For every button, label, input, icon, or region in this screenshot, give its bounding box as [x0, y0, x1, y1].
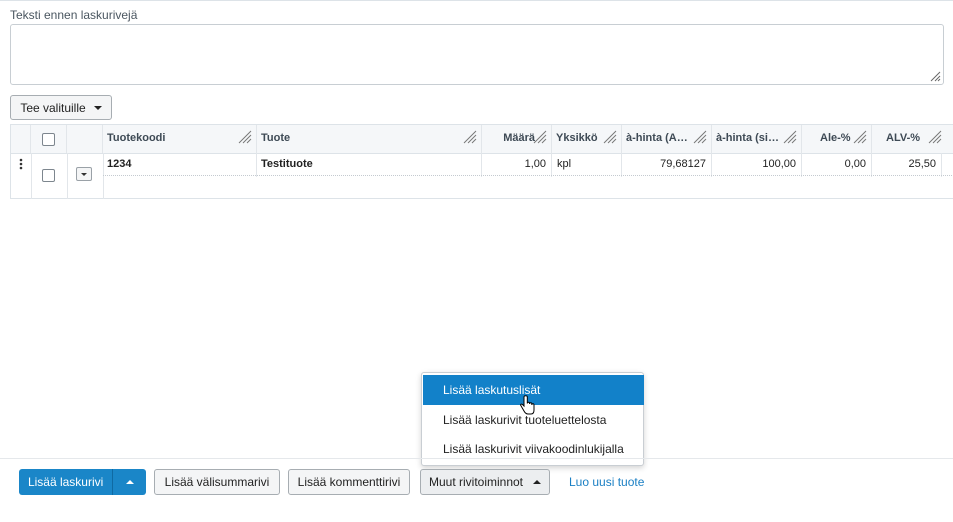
row-drag-handle[interactable]: [11, 153, 31, 177]
column-resize-icon[interactable]: [853, 130, 867, 144]
other-row-actions-button[interactable]: Muut rivitoiminnot: [420, 469, 550, 495]
footer-divider: [0, 458, 953, 459]
column-resize-icon[interactable]: [238, 130, 252, 144]
other-row-actions-menu: Lisää laskutuslisät Lisää laskurivit tuo…: [421, 372, 644, 466]
header-handle-col: [11, 125, 31, 153]
header-unit[interactable]: Yksikkö: [552, 125, 622, 153]
other-row-actions-label: Muut rivitoiminnot: [428, 475, 524, 489]
text-before-rows-textarea[interactable]: [10, 24, 944, 85]
column-resize-icon[interactable]: [693, 130, 707, 144]
create-new-product-link[interactable]: Luo uusi tuote: [569, 475, 644, 489]
chevron-up-icon: [125, 480, 134, 484]
header-product-code[interactable]: Tuotekoodi: [103, 125, 257, 153]
drag-handle-icon[interactable]: [11, 153, 31, 177]
bulk-actions-dropdown[interactable]: Tee valituille: [10, 95, 112, 120]
row-expand-button[interactable]: [76, 167, 92, 181]
add-subtotal-row-button[interactable]: Lisää välisummarivi: [154, 469, 280, 495]
menu-item-add-with-barcode-reader[interactable]: Lisää laskurivit viivakoodinlukijalla: [423, 434, 644, 464]
bulk-actions-label: Tee valituille: [20, 100, 86, 115]
header-expand-col: [67, 125, 103, 153]
row-divider: [103, 175, 953, 176]
cell-unit-price-excl[interactable]: 79,68127: [622, 153, 712, 177]
select-all-checkbox[interactable]: [42, 133, 55, 146]
header-vat[interactable]: ALV-%: [872, 125, 953, 153]
add-comment-row-label: Lisää kommenttirivi: [297, 475, 401, 489]
hand-cursor-icon: [519, 395, 535, 415]
cell-unit-price-incl[interactable]: 100,00: [712, 153, 802, 177]
header-discount[interactable]: Ale-%: [802, 125, 872, 153]
column-resize-icon[interactable]: [603, 130, 617, 144]
invoice-rows-table: Tuotekoodi Tuote Määrä Yksikkö à-hinta (…: [10, 124, 953, 199]
cell-product[interactable]: Testituote: [257, 153, 482, 177]
top-divider: [0, 0, 953, 1]
cell-unit[interactable]: kpl: [552, 153, 622, 177]
add-invoice-row-menu-toggle[interactable]: [113, 469, 146, 495]
resize-handle-icon[interactable]: [929, 70, 941, 82]
cell-discount[interactable]: 0,00: [802, 153, 872, 177]
add-invoice-row-split-button: Lisää laskurivi: [19, 469, 146, 495]
column-resize-icon[interactable]: [928, 130, 942, 144]
table-row[interactable]: 1234 Testituote 1,00 kpl 79,68127 100,00…: [11, 153, 953, 182]
cell-product-code[interactable]: 1234: [103, 153, 257, 177]
add-invoice-row-button[interactable]: Lisää laskurivi: [19, 469, 114, 495]
text-before-rows-label: Teksti ennen laskurivejä: [10, 8, 138, 22]
row-select-checkbox[interactable]: [42, 169, 55, 182]
header-quantity[interactable]: Määrä: [482, 125, 552, 153]
chevron-down-icon: [93, 105, 102, 110]
add-comment-row-button[interactable]: Lisää kommenttirivi: [288, 469, 410, 495]
cell-vat[interactable]: 25,50: [872, 153, 942, 177]
header-unit-price-incl[interactable]: à-hinta (si…: [712, 125, 802, 153]
add-subtotal-row-label: Lisää välisummarivi: [164, 475, 270, 489]
chevron-up-icon: [533, 480, 542, 484]
column-resize-icon[interactable]: [463, 130, 477, 144]
chevron-down-icon: [81, 172, 87, 176]
cell-quantity[interactable]: 1,00: [482, 153, 552, 177]
header-product[interactable]: Tuote: [257, 125, 482, 153]
column-resize-icon[interactable]: [533, 130, 547, 144]
table-header: Tuotekoodi Tuote Määrä Yksikkö à-hinta (…: [11, 125, 953, 154]
column-resize-icon[interactable]: [783, 130, 797, 144]
header-select-col: [31, 125, 67, 153]
header-unit-price-excl[interactable]: à-hinta (A…: [622, 125, 712, 153]
